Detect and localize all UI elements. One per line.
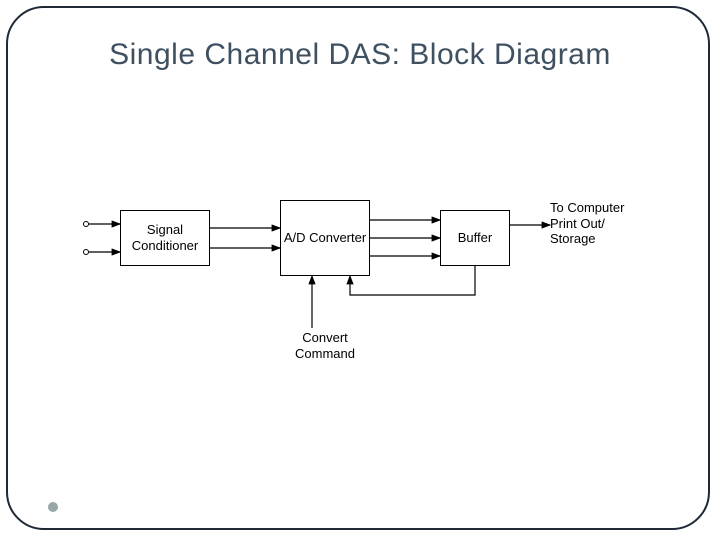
page-title: Single Channel DAS: Block Diagram xyxy=(0,38,720,72)
diagram-connectors xyxy=(80,200,640,380)
input-terminal-icon xyxy=(84,250,89,255)
block-diagram: Signal Conditioner A/D Converter Buffer … xyxy=(80,200,640,380)
feedback-arrow-icon xyxy=(350,266,475,295)
footer-dot-icon xyxy=(48,502,58,512)
input-terminal-icon xyxy=(84,222,89,227)
